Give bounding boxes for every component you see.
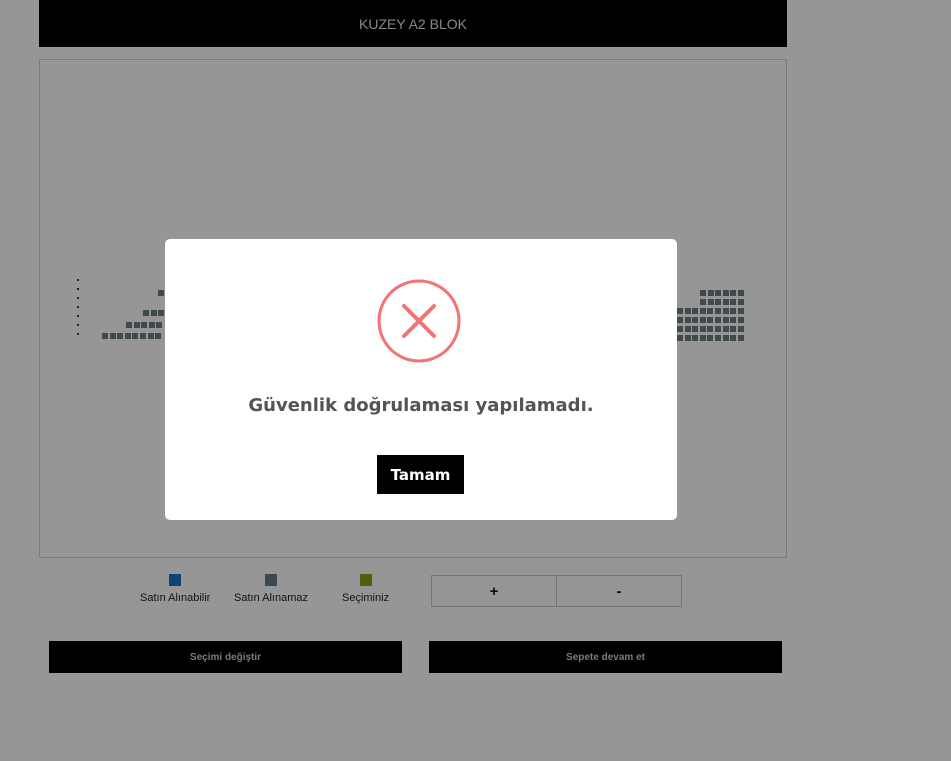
error-x-icon bbox=[377, 279, 461, 363]
error-dialog: Güvenlik doğrulaması yapılamadı. Tamam bbox=[165, 239, 677, 520]
dialog-message: Güvenlik doğrulaması yapılamadı. bbox=[248, 395, 594, 416]
ok-button[interactable]: Tamam bbox=[377, 455, 464, 494]
